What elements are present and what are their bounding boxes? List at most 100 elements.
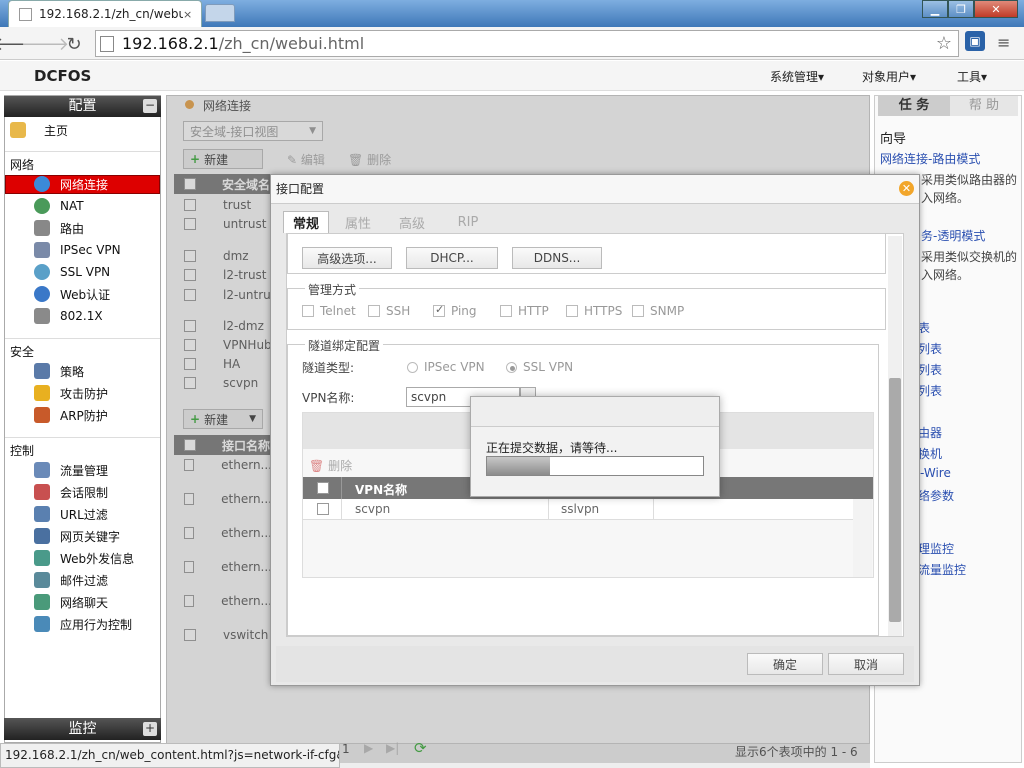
- progress-dialog-header: [471, 397, 719, 427]
- ddns-button[interactable]: DDNS...: [512, 247, 602, 269]
- sidebar-item-app-behavior[interactable]: 应用行为控制: [10, 614, 158, 634]
- sidebar-item-nat[interactable]: NAT: [10, 196, 158, 216]
- checkbox-label: Ping: [451, 304, 477, 318]
- sidebar-item-8021x[interactable]: 802.1X: [10, 306, 158, 326]
- sidebar-item-route[interactable]: 路由: [10, 218, 158, 238]
- checkbox[interactable]: [368, 305, 380, 317]
- dialog-scrollbar-thumb[interactable]: [889, 378, 901, 622]
- guide-title: 向导: [880, 132, 907, 147]
- sidebar-item-label: SSL VPN: [60, 265, 111, 279]
- ok-button[interactable]: 确定: [747, 653, 823, 675]
- tab-help[interactable]: 帮 助: [950, 96, 1018, 116]
- task-link[interactable]: 列表: [918, 361, 942, 378]
- sidebar-item-ipsec-vpn[interactable]: IPSec VPN: [10, 240, 158, 260]
- sidebar-item-label: 攻击防护: [60, 386, 109, 401]
- task-link[interactable]: 换机: [918, 445, 942, 462]
- close-tab-icon[interactable]: ×: [183, 8, 197, 21]
- policy-icon: [34, 363, 50, 379]
- vpn-name-column-label: VPN名称: [355, 483, 408, 497]
- browser-tab[interactable]: 192.168.2.1/zh_cn/webu ×: [8, 0, 202, 27]
- http-checkbox[interactable]: HTTP: [500, 304, 549, 318]
- menu-object-user[interactable]: 对象用户▾: [862, 68, 916, 85]
- checkbox[interactable]: [566, 305, 578, 317]
- radio[interactable]: [506, 361, 517, 373]
- task-link[interactable]: 列表: [918, 382, 942, 399]
- task-link[interactable]: 流量监控: [918, 561, 966, 578]
- new-tab-button[interactable]: [205, 4, 235, 22]
- https-checkbox[interactable]: HTTPS: [566, 304, 622, 318]
- cancel-button[interactable]: 取消: [828, 653, 904, 675]
- sidebar-item-mail-filter[interactable]: 邮件过滤: [10, 570, 158, 590]
- inner-delete-button[interactable]: 🗑 删除: [309, 457, 352, 474]
- guide-link-route-mode[interactable]: 网络连接-路由模式: [880, 150, 980, 167]
- guide-link-transparent-mode[interactable]: 务-透明模式: [921, 227, 985, 244]
- checkbox[interactable]: [500, 305, 512, 317]
- dhcp-button[interactable]: DHCP...: [406, 247, 498, 269]
- sidebar-footer[interactable]: 监控 +: [4, 718, 161, 740]
- advanced-options-button[interactable]: 高级选项...: [302, 247, 392, 269]
- task-link[interactable]: 由器: [918, 424, 942, 441]
- checkbox[interactable]: [433, 303, 445, 317]
- sidebar-item-session-limit[interactable]: 会话限制: [10, 482, 158, 502]
- task-link[interactable]: 理监控: [918, 540, 954, 557]
- sidebar-item-label: 网络聊天: [60, 595, 109, 610]
- inner-scrollbar[interactable]: [853, 499, 872, 577]
- sidebar-item-web-outbound[interactable]: Web外发信息: [10, 548, 158, 568]
- sidebar-item-label: 主页: [44, 123, 69, 138]
- maximize-icon[interactable]: ❐: [948, 0, 974, 18]
- sidebar-item-home[interactable]: 主页: [10, 120, 158, 140]
- radio[interactable]: [407, 361, 418, 373]
- menu-system-admin[interactable]: 系统管理▾: [770, 68, 824, 85]
- progress-bar-fill: [487, 457, 550, 475]
- checkbox[interactable]: [302, 305, 314, 317]
- sidebar-item-web-auth[interactable]: Web认证: [10, 284, 158, 304]
- sidebar-item-web-keyword[interactable]: 网页关键字: [10, 526, 158, 546]
- address-bar[interactable]: 192.168.2.1/zh_cn/webui.html ☆: [95, 30, 959, 57]
- sidebar-item-attack-defense[interactable]: 攻击防护: [10, 383, 158, 403]
- sidebar-item-arp-defense[interactable]: ARP防护: [10, 405, 158, 425]
- divider: [5, 338, 160, 339]
- column-divider: [341, 477, 342, 499]
- ssh-checkbox[interactable]: SSH: [368, 304, 410, 318]
- close-window-icon[interactable]: ✕: [974, 0, 1018, 18]
- ping-checkbox[interactable]: Ping: [433, 303, 477, 318]
- menu-tools[interactable]: 工具▾: [957, 68, 987, 85]
- app-logo: DCFOS: [34, 67, 92, 85]
- sidebar-item-chat[interactable]: 网络聊天: [10, 592, 158, 612]
- shield-icon: [34, 385, 50, 401]
- sidebar-item-policy[interactable]: 策略: [10, 361, 158, 381]
- checkbox[interactable]: [632, 305, 644, 317]
- minimize-icon[interactable]: ▁: [922, 0, 948, 18]
- close-icon[interactable]: ✕: [899, 181, 914, 196]
- divider: [5, 151, 160, 152]
- bookmark-star-icon[interactable]: ☆: [936, 33, 952, 54]
- collapse-icon[interactable]: −: [143, 99, 157, 113]
- sidebar-item-ssl-vpn[interactable]: SSL VPN: [10, 262, 158, 282]
- extension-icon[interactable]: ▣: [965, 31, 985, 51]
- task-link[interactable]: 络参数: [918, 487, 954, 504]
- tab-task[interactable]: 任 务: [878, 96, 950, 116]
- telnet-checkbox[interactable]: Telnet: [302, 304, 356, 318]
- tab-rip[interactable]: RIP: [441, 211, 495, 233]
- expand-icon[interactable]: +: [143, 722, 157, 736]
- task-link[interactable]: -Wire: [920, 466, 951, 480]
- session-icon: [34, 484, 50, 500]
- ssl-vpn-radio[interactable]: SSL VPN: [506, 360, 573, 374]
- task-link[interactable]: 列表: [918, 340, 942, 357]
- forward-icon[interactable]: 🡒: [21, 33, 69, 55]
- tab-properties[interactable]: 属性: [333, 211, 383, 233]
- sidebar-item-label: Web外发信息: [60, 551, 135, 566]
- arp-icon: [34, 407, 50, 423]
- chrome-menu-icon[interactable]: ≡: [997, 33, 1010, 52]
- sidebar-item-url-filter[interactable]: URL过滤: [10, 504, 158, 524]
- row-checkbox[interactable]: [317, 503, 329, 515]
- sidebar-item-network-connection[interactable]: 网络连接: [10, 174, 158, 194]
- tab-general[interactable]: 常规: [283, 211, 329, 233]
- snmp-checkbox[interactable]: SNMP: [632, 304, 684, 318]
- select-all-checkbox[interactable]: [317, 482, 329, 494]
- sidebar-item-traffic-mgmt[interactable]: 流量管理: [10, 460, 158, 480]
- reload-icon[interactable]: ↻: [63, 33, 85, 55]
- tab-advanced[interactable]: 高级: [387, 211, 437, 233]
- ipsec-vpn-radio[interactable]: IPSec VPN: [407, 360, 485, 374]
- table-row[interactable]: scvpn sslvpn: [303, 499, 853, 520]
